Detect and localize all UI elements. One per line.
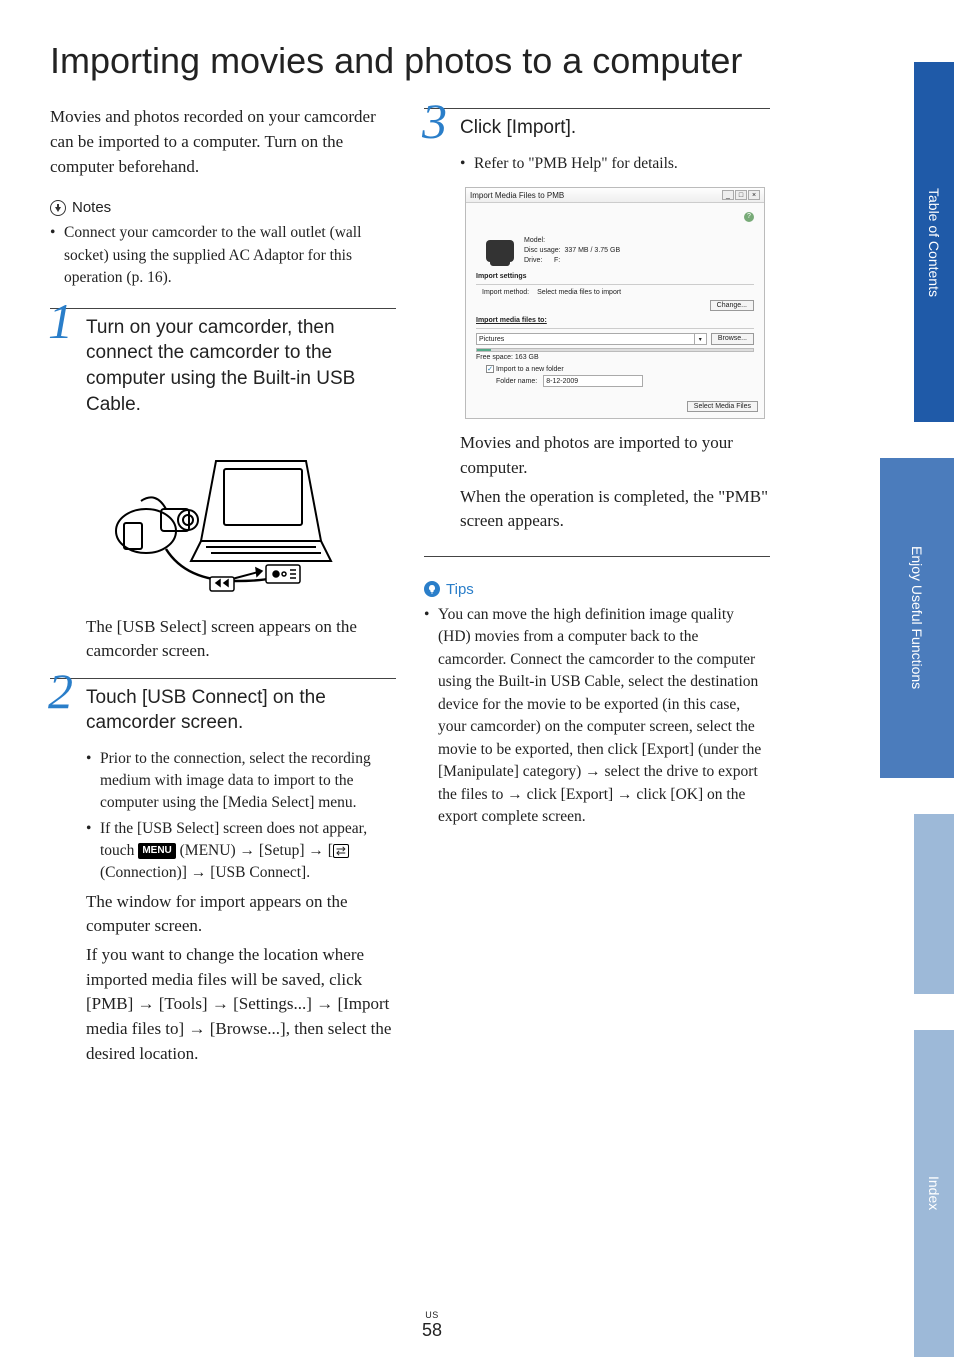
- step-3-bullet: Refer to "PMB Help" for details.: [460, 153, 770, 175]
- tips-heading: Tips: [424, 581, 770, 598]
- step-3-number: 3: [422, 96, 447, 146]
- connection-icon: ⇄: [333, 844, 349, 858]
- step-1-number: 1: [48, 296, 73, 346]
- step-1: 1 Turn on your camcorder, then connect t…: [50, 308, 396, 664]
- notes-label: Notes: [72, 199, 111, 216]
- device-info: Model: Disc usage: 337 MB / 3.75 GB Driv…: [524, 236, 620, 265]
- step-1-title: Turn on your camcorder, then connect the…: [86, 315, 396, 418]
- tab-enjoy-useful-functions[interactable]: Enjoy Useful Functions: [880, 458, 954, 778]
- drive-value: F:: [554, 257, 560, 264]
- notes-item: Connect your camcorder to the wall outle…: [50, 222, 396, 289]
- step-2-title: Touch [USB Connect] on the camcorder scr…: [86, 685, 396, 736]
- page-title: Importing movies and photos to a compute…: [50, 40, 770, 81]
- camcorder-laptop-illustration: [106, 431, 336, 601]
- import-method-value: Select media files to import: [537, 289, 621, 296]
- dropdown-arrow-icon[interactable]: ▾: [695, 333, 707, 345]
- folder-name-label: Folder name:: [496, 378, 537, 385]
- tips-list: You can move the high definition image q…: [424, 604, 770, 829]
- notes-list: Connect your camcorder to the wall outle…: [50, 222, 396, 289]
- notes-heading: Notes: [50, 199, 396, 216]
- help-icon: ?: [744, 212, 754, 222]
- step-2-b2-mid: (MENU) → [Setup] → [: [180, 842, 333, 859]
- step-2-number: 2: [48, 666, 73, 716]
- change-button[interactable]: Change...: [710, 300, 754, 311]
- disc-value: 337 MB / 3.75 GB: [564, 247, 620, 254]
- drive-label: Drive:: [524, 257, 542, 264]
- tab-spacer: .: [914, 814, 954, 994]
- tips-icon: [424, 581, 440, 597]
- import-dialog-screenshot: Import Media Files to PMB _□× ? Model: D…: [465, 187, 765, 419]
- menu-button-icon: MENU: [138, 843, 175, 859]
- checkbox-icon[interactable]: ✓: [486, 365, 494, 373]
- step-2-bullet-1: Prior to the connection, select the reco…: [86, 748, 396, 814]
- notes-icon: [50, 200, 66, 216]
- import-to-label: Import media files to:: [476, 317, 754, 324]
- tab-index[interactable]: Index: [914, 1030, 954, 1357]
- page-region: US: [0, 1310, 864, 1320]
- free-space: Free space: 163 GB: [476, 354, 754, 361]
- select-media-files-button[interactable]: Select Media Files: [687, 401, 758, 412]
- tips-item: You can move the high definition image q…: [424, 604, 770, 829]
- intro-text: Movies and photos recorded on your camco…: [50, 105, 396, 179]
- tips-label: Tips: [446, 581, 474, 598]
- model-label: Model:: [524, 236, 620, 246]
- side-tabs: Table of Contents Enjoy Useful Functions…: [874, 62, 954, 1357]
- step-2-bullet-2: If the [USB Select] screen does not appe…: [86, 818, 396, 884]
- step-1-caption: The [USB Select] screen appears on the c…: [86, 615, 396, 663]
- step-3-title: Click [Import].: [460, 115, 770, 141]
- pictures-field[interactable]: Pictures: [476, 333, 695, 345]
- step-3-after-a: Movies and photos are imported to your c…: [460, 431, 770, 480]
- device-icon: [486, 240, 514, 262]
- tab-table-of-contents[interactable]: Table of Contents: [914, 62, 954, 422]
- browse-button[interactable]: Browse...: [711, 333, 754, 345]
- step-3: 3 Click [Import]. Refer to "PMB Help" fo…: [424, 108, 770, 557]
- page-footer: US 58: [0, 1310, 864, 1341]
- window-buttons: _□×: [721, 190, 760, 200]
- import-new-folder-label: Import to a new folder: [496, 366, 564, 373]
- dialog-title: Import Media Files to PMB: [470, 191, 564, 200]
- folder-name-field[interactable]: 8-12-2009: [543, 375, 643, 387]
- import-settings-label: Import settings: [476, 273, 754, 280]
- step-2: 2 Touch [USB Connect] on the camcorder s…: [50, 678, 396, 1067]
- step-2-after-2: If you want to change the location where…: [86, 943, 396, 1066]
- disc-label: Disc usage:: [524, 247, 561, 254]
- page-number: 58: [422, 1320, 442, 1340]
- step-2-after-1: The window for import appears on the com…: [86, 890, 396, 939]
- step-2-b2-post: (Connection)] → [USB Connect].: [100, 864, 310, 881]
- import-method-label: Import method:: [482, 289, 529, 296]
- step-3-after-b: When the operation is completed, the "PM…: [460, 485, 770, 534]
